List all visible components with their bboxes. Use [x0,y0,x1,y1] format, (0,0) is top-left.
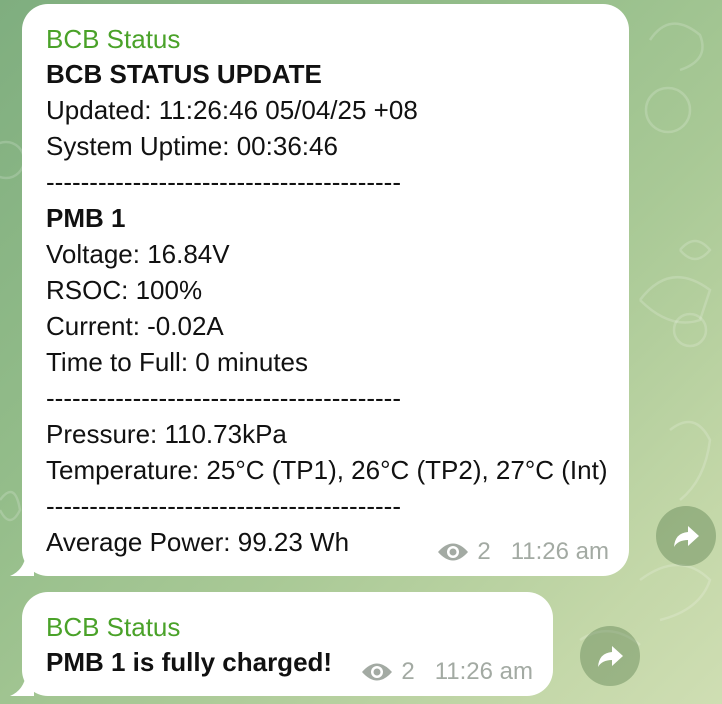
message-divider: ----------------------------------------… [46,491,401,521]
message-line-temperature: Temperature: 25°C (TP1), 26°C (TP2), 27°… [46,455,608,485]
forward-arrow-icon [598,646,623,667]
message-time: 11:26 am [510,538,609,565]
message-line-time-to-full: Time to Full: 0 minutes [46,347,309,377]
forward-button[interactable] [656,506,716,566]
view-count: 2 [401,658,415,685]
eye-icon [362,663,393,681]
message-line-updated: Updated: 11:26:46 05/04/25 +08 [46,95,418,125]
sender-name[interactable]: BCB Status [46,610,553,644]
message-meta: 2 11:26 am [437,538,609,566]
bubble-tail [10,674,34,696]
message-line-voltage: Voltage: 16.84V [46,239,230,269]
eye-icon [438,543,469,561]
message-time: 11:26 am [434,658,533,685]
message-line-uptime: System Uptime: 00:36:46 [46,131,338,161]
view-count: 2 [477,538,491,565]
message-heading: BCB STATUS UPDATE [46,59,322,89]
message-line-current: Current: -0.02A [46,311,224,341]
forward-button[interactable] [580,626,640,686]
sender-name[interactable]: BCB Status [46,22,629,56]
message-bubble[interactable]: BCB Status BCB STATUS UPDATE Updated: 11… [10,4,629,576]
message-subheading: PMB 1 [46,203,126,233]
message-divider: ----------------------------------------… [46,167,401,197]
forward-arrow-icon [674,526,699,547]
message-line-rsoc: RSOC: 100% [46,275,203,305]
message-bubble[interactable]: BCB Status PMB 1 is fully charged! 2 11:… [10,592,553,696]
message-line-pressure: Pressure: 110.73kPa [46,419,287,449]
bubble-tail [10,554,34,576]
message-meta: 2 11:26 am [361,658,533,686]
message-divider: ----------------------------------------… [46,383,401,413]
